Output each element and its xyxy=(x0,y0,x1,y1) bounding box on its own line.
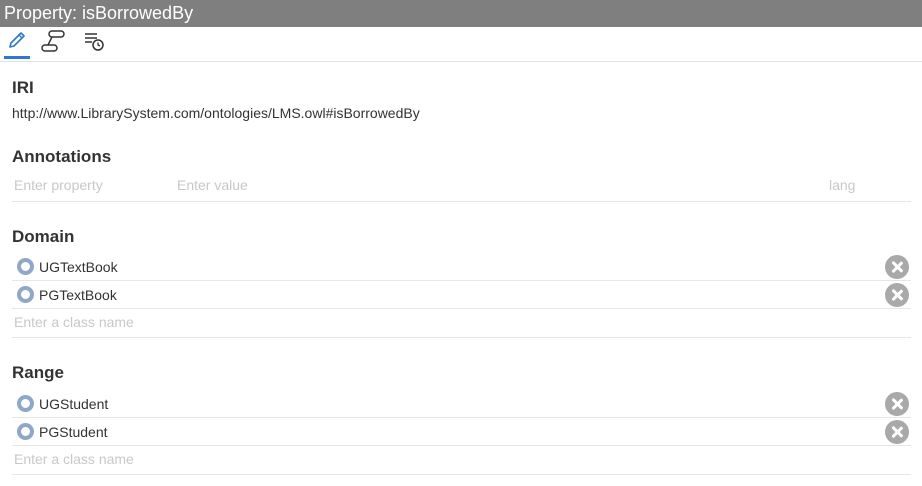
range-class-input[interactable] xyxy=(14,451,894,467)
range-class-label[interactable]: PGStudent xyxy=(39,424,108,440)
annotation-lang-input[interactable] xyxy=(829,177,899,193)
annotation-property-input[interactable] xyxy=(14,177,164,193)
range-add-row xyxy=(12,446,911,475)
hierarchy-icon xyxy=(40,29,66,58)
list-item: PGTextBook xyxy=(12,281,911,309)
remove-icon[interactable] xyxy=(885,283,909,307)
domain-heading: Domain xyxy=(12,227,75,246)
class-icon xyxy=(17,258,34,275)
domain-class-label[interactable]: UGTextBook xyxy=(39,259,118,275)
range-heading: Range xyxy=(12,363,64,382)
class-icon xyxy=(17,395,34,412)
history-icon xyxy=(82,29,106,58)
range-list: UGStudent PGStudent xyxy=(12,390,911,475)
list-item: UGStudent xyxy=(12,390,911,418)
iri-value: http://www.LibrarySystem.com/ontologies/… xyxy=(12,105,420,121)
domain-add-row xyxy=(12,309,911,338)
domain-class-label[interactable]: PGTextBook xyxy=(39,287,117,303)
hierarchy-tab[interactable] xyxy=(39,27,67,60)
pencil-icon xyxy=(6,30,28,57)
annotations-heading: Annotations xyxy=(12,147,112,166)
annotation-editor-row xyxy=(12,173,911,202)
domain-class-input[interactable] xyxy=(14,314,894,330)
history-tab[interactable] xyxy=(80,27,108,60)
toolbar xyxy=(0,27,922,62)
class-icon xyxy=(17,423,34,440)
remove-icon[interactable] xyxy=(885,255,909,279)
list-item: PGStudent xyxy=(12,418,911,446)
remove-icon[interactable] xyxy=(885,392,909,416)
edit-tab[interactable] xyxy=(3,27,31,60)
list-item: UGTextBook xyxy=(12,253,911,281)
remove-icon[interactable] xyxy=(885,420,909,444)
window-title: Property: isBorrowedBy xyxy=(0,0,922,27)
iri-heading: IRI xyxy=(12,78,34,97)
annotation-value-input[interactable] xyxy=(177,177,777,193)
class-icon xyxy=(17,286,34,303)
range-class-label[interactable]: UGStudent xyxy=(39,396,108,412)
domain-list: UGTextBook PGTextBook xyxy=(12,253,911,338)
